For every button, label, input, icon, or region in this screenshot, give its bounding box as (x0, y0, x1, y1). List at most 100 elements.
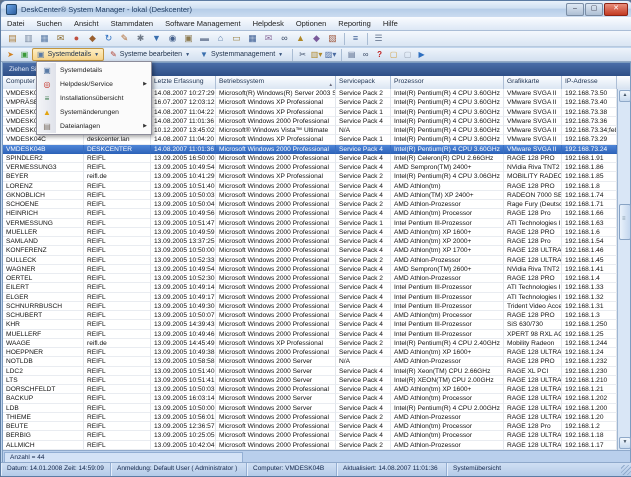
binoculars-icon[interactable]: ∞ (277, 32, 292, 45)
menu-suchen[interactable]: Suchen (31, 17, 68, 30)
cut-icon[interactable]: ✂ (296, 49, 309, 61)
database-icon[interactable]: ▬ (197, 32, 212, 45)
resize-grip[interactable] (621, 465, 631, 475)
table-row[interactable]: LTS REIFL 13.09.2005 10:51:41 Microsoft Win… (3, 375, 617, 385)
scroll-down-button[interactable]: ▼ (619, 437, 631, 449)
column-header-grafikkarte[interactable]: Grafikkarte (504, 76, 562, 89)
window-icon[interactable]: ▢ (387, 49, 400, 61)
table-row[interactable]: WAGNER REIFL 13.09.2005 10:49:54 Microsoft … (3, 264, 617, 274)
table-row[interactable]: ELGER REIFL 13.09.2005 10:49:17 Microsoft W… (3, 292, 617, 302)
menu-item-installationsübersicht[interactable]: ≡ Installationsübersicht (38, 91, 150, 105)
menu-datei[interactable]: Datei (1, 17, 31, 30)
nav-button-systemmanagement[interactable]: ▼ Systemmanagement ▼ (196, 49, 287, 61)
home-icon[interactable]: ⌂ (213, 32, 228, 45)
table-row[interactable]: BACKUP REIFL 13.09.2005 16:03:14 Microsoft … (3, 394, 617, 404)
print-preview-icon[interactable]: ▦ (37, 32, 52, 45)
table-row[interactable]: BEUTE REIFL 13.09.2005 12:36:57 Microsoft W… (3, 422, 617, 432)
gears-icon[interactable]: ✱ (133, 32, 148, 45)
menu-helpdesk[interactable]: Helpdesk (247, 17, 290, 30)
menu-item-systemdetails[interactable]: ▣ Systemdetails (38, 63, 150, 77)
table-row[interactable]: VERMESSUNG REIFL 13.09.2005 10:51:47 Micros… (3, 218, 617, 228)
table-row[interactable]: DORSCHFELDT REIFL 13.09.2005 10:50:03 Micro… (3, 385, 617, 395)
launch-icon[interactable]: ➤ (4, 49, 17, 61)
table-row[interactable]: SCHOENE REIFL 13.09.2005 10:50:04 Microsoft… (3, 200, 617, 210)
users-icon[interactable]: ● (69, 32, 84, 45)
next-icon[interactable]: ▶ (415, 49, 428, 61)
column-header-ip-adresse[interactable]: IP-Adresse (562, 76, 617, 89)
import-icon[interactable]: ▼ (149, 32, 164, 45)
table-row[interactable]: LDC2 REIFL 13.09.2005 10:51:40 Microsoft Wi… (3, 366, 617, 376)
scroll-thumb[interactable] (619, 204, 631, 240)
edit-icon[interactable]: ✎ (117, 32, 132, 45)
table-row[interactable]: KONFERENZ REIFL 13.09.2005 10:50:00 Microso… (3, 246, 617, 256)
table-row[interactable]: GKNOBLICH REIFL 13.09.2005 10:50:03 Microso… (3, 190, 617, 200)
nav-button-systemdetails[interactable]: ▣ Systemdetails ▼ (32, 48, 105, 61)
vertical-scrollbar[interactable]: ▲ ▼ (617, 89, 631, 450)
find-icon[interactable]: ∞ (359, 49, 372, 61)
table-row[interactable]: HEINRICH REIFL 13.09.2005 10:49:56 Microsof… (3, 209, 617, 219)
paste-icon[interactable]: ▤ (5, 32, 20, 45)
close-button[interactable]: ✕ (604, 3, 628, 16)
copy-icon[interactable]: ▥ (21, 32, 36, 45)
status-ok-icon[interactable]: ▣ (18, 49, 31, 61)
table-row[interactable]: SCHUBERT REIFL 13.09.2005 10:50:07 Microsof… (3, 311, 617, 321)
table-row[interactable]: SAMLAND REIFL 13.09.2005 13:37:25 Microsoft… (3, 237, 617, 247)
search-monitor-icon[interactable]: ◉ (165, 32, 180, 45)
column-header-servicepack[interactable]: Servicepack (336, 76, 391, 89)
help-icon[interactable]: ? (373, 49, 386, 61)
menu-hilfe[interactable]: Hilfe (377, 17, 404, 30)
table-row[interactable]: OERTEL REIFL 13.09.2005 10:52:30 Microsoft … (3, 274, 617, 284)
table-icon[interactable]: ▦ (245, 32, 260, 45)
table-row[interactable]: WAAGE reifl.de 13.09.2005 14:45:49 Microsof… (3, 338, 617, 348)
sort-list-icon[interactable]: ≡ (348, 32, 363, 45)
menu-stammdaten[interactable]: Stammdaten (105, 17, 160, 30)
table-row[interactable]: HOEPPNER REIFL 13.09.2005 10:49:38 Microsof… (3, 348, 617, 358)
table-row[interactable]: THIEME REIFL 13.09.2005 10:56:01 Microsoft … (3, 412, 617, 422)
user-globe-icon[interactable]: ◆ (85, 32, 100, 45)
menu-item-helpdesk-service[interactable]: ◎ Helpdesk/Service ▶ (38, 77, 150, 91)
maximize-button[interactable]: ▢ (585, 3, 603, 16)
menu-optionen[interactable]: Optionen (290, 17, 332, 30)
user-key-icon[interactable]: ✉ (53, 32, 68, 45)
table-row[interactable]: EILERT REIFL 13.09.2005 10:49:14 Microsoft … (3, 283, 617, 293)
table-row[interactable]: SCHNURRBUSCH REIFL 13.09.2005 10:49:30 Micr… (3, 301, 617, 311)
refresh-icon[interactable]: ↻ (101, 32, 116, 45)
archive-icon[interactable]: ▣ (181, 32, 196, 45)
table-row[interactable]: LDB REIFL 13.09.2005 10:50:00 Microsoft Win… (3, 403, 617, 413)
fill-dropdown-icon[interactable]: ▨▾ (324, 49, 337, 61)
table-row[interactable]: VERMESSUNG3 REIFL 13.09.2005 10:49:54 Micro… (3, 163, 617, 173)
menu-software-management[interactable]: Software Management (159, 17, 246, 30)
menu-item-systemänderungen[interactable]: ▲ Systemänderungen (38, 105, 150, 119)
table-row[interactable]: VMDESK04C deskcenter.lan 14.08.2007 11:04:… (3, 135, 617, 145)
table-row[interactable]: BEYER reifl.de 13.09.2005 10:41:29 Microsof… (3, 172, 617, 182)
minimize-button[interactable]: – (566, 3, 584, 16)
title-bar[interactable]: DeskCenter® System Manager - lokal (Desk… (1, 1, 631, 17)
menu-item-dateianlagen[interactable]: ▤ Dateianlagen ▶ (38, 119, 150, 133)
table-row[interactable]: ALLMICH REIFL 13.09.2005 10:42:04 Microsoft… (3, 440, 617, 450)
column-header-prozessor[interactable]: Prozessor (391, 76, 504, 89)
license-icon[interactable]: ▭ (229, 32, 244, 45)
scroll-up-button[interactable]: ▲ (619, 90, 631, 102)
export-icon[interactable]: ▲ (293, 32, 308, 45)
window-disabled-icon[interactable]: ▢ (401, 49, 414, 61)
table-row[interactable]: KHR REIFL 13.09.2005 14:39:43 Microsoft Win… (3, 320, 617, 330)
db-stack-icon[interactable]: ☰ (371, 32, 386, 45)
table-row[interactable]: BERBIG REIFL 13.09.2005 10:25:05 Microsoft … (3, 431, 617, 441)
table-row[interactable]: VMDESK04B DESKCENTER 14.08.2007 11:01:36 Mi… (3, 144, 617, 154)
nav-button-systeme-bearbeiten[interactable]: ✎ Systeme bearbeiten ▼ (106, 49, 194, 61)
column-header-letzte-erfassung[interactable]: Letzte Erfassung (151, 76, 216, 89)
menu-ansicht[interactable]: Ansicht (68, 17, 105, 30)
group-icon[interactable]: ◆ (309, 32, 324, 45)
print-icon[interactable]: ▤ (345, 49, 358, 61)
mail-package-icon[interactable]: ▧ (325, 32, 340, 45)
table-row[interactable]: LORENZ REIFL 13.09.2005 10:51:40 Microsoft … (3, 181, 617, 191)
table-row[interactable]: NOTLDB REIFL 13.09.2005 10:58:58 Microsoft … (3, 357, 617, 367)
columns-dropdown-icon[interactable]: ▥▾ (310, 49, 323, 61)
table-row[interactable]: MUELLERF REIFL 13.09.2005 10:49:46 Microsof… (3, 329, 617, 339)
menu-reporting[interactable]: Reporting (332, 17, 377, 30)
table-row[interactable]: MUELLER REIFL 13.09.2005 10:49:59 Microsoft… (3, 227, 617, 237)
contacts-icon[interactable]: ✉ (261, 32, 276, 45)
column-header-betriebssystem[interactable]: Betriebssystem ▲ (216, 76, 336, 89)
table-row[interactable]: DULLECK REIFL 13.09.2005 10:52:33 Microsoft… (3, 255, 617, 265)
table-row[interactable]: SPINDLER2 REIFL 13.09.2005 16:50:00 Microso… (3, 153, 617, 163)
